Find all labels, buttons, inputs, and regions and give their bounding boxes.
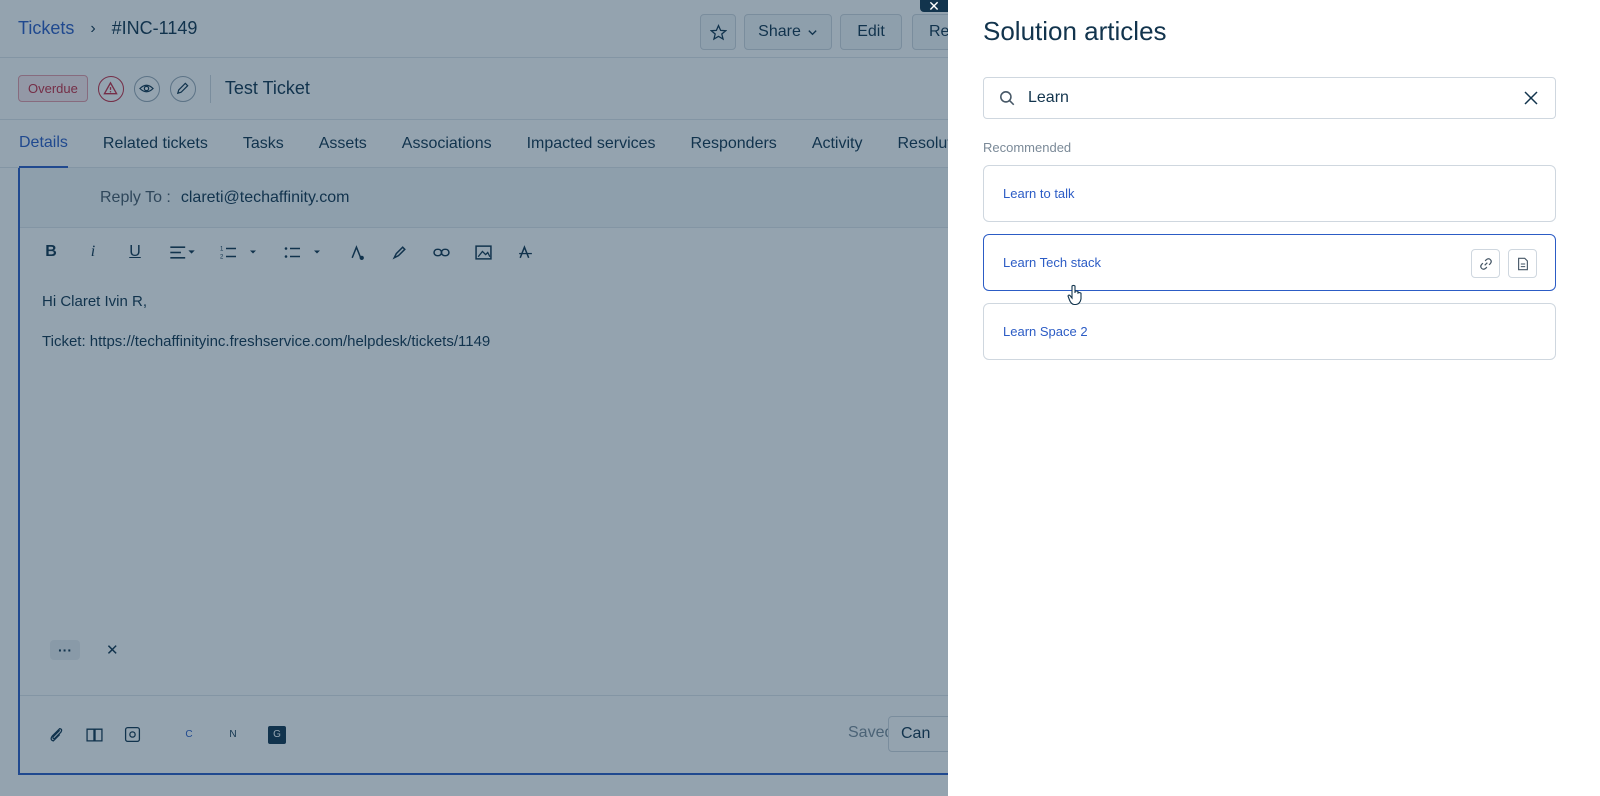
insert-link-button[interactable] [1471, 249, 1500, 278]
solution-articles-drawer: Solution articles Recommended Learn to t… [948, 0, 1600, 796]
close-icon: ✕ [928, 0, 940, 12]
drawer-title: Solution articles [983, 16, 1167, 46]
search-box [983, 77, 1556, 119]
article-title[interactable]: Learn Space 2 [1003, 324, 1088, 339]
modal-backdrop[interactable] [0, 0, 948, 796]
article-card[interactable]: Learn Tech stack [983, 234, 1556, 291]
article-title[interactable]: Learn Tech stack [1003, 255, 1101, 270]
close-icon[interactable] [1523, 90, 1539, 106]
document-icon [1517, 257, 1528, 270]
link-icon [1479, 257, 1492, 270]
search-icon [1000, 91, 1015, 106]
insert-content-button[interactable] [1508, 249, 1537, 278]
search-input[interactable] [1028, 89, 1508, 107]
article-actions [1463, 249, 1537, 278]
article-title[interactable]: Learn to talk [1003, 186, 1075, 201]
close-drawer-button[interactable]: ✕ [920, 0, 948, 12]
article-card[interactable]: Learn to talk [983, 165, 1556, 222]
section-label: Recommended [983, 140, 1072, 155]
article-card[interactable]: Learn Space 2 [983, 303, 1556, 360]
pointer-cursor-icon [1067, 284, 1082, 306]
